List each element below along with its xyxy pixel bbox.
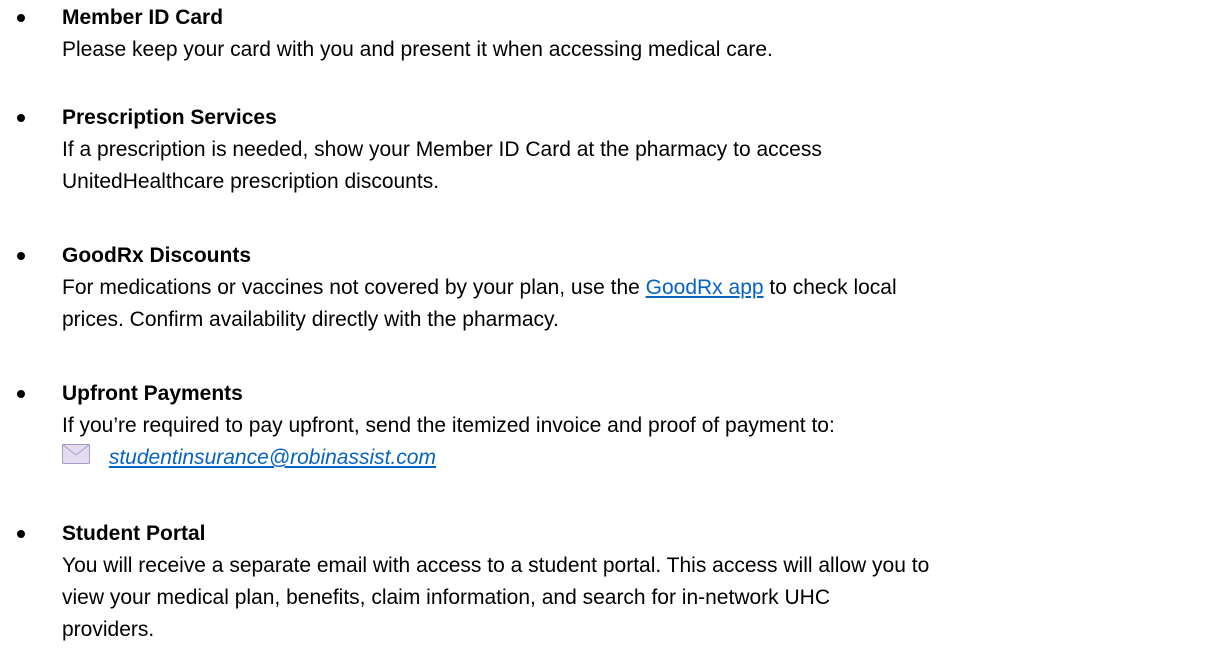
item-body: Please keep your card with you and prese…	[62, 34, 1202, 66]
body-line: Please keep your card with you and prese…	[62, 38, 773, 61]
list-item-content: Prescription Services If a prescription …	[62, 102, 1202, 198]
envelope-icon	[62, 444, 90, 464]
item-title: Student Portal	[62, 522, 206, 545]
bullet-icon	[17, 114, 25, 122]
body-line: prices. Confirm availability directly wi…	[62, 308, 559, 331]
body-text: For medications or vaccines not covered …	[62, 276, 646, 299]
list-item-content: Upfront Payments If you’re required to p…	[62, 378, 1202, 474]
body-line: providers.	[62, 618, 155, 641]
item-body: If you’re required to pay upfront, send …	[62, 410, 1202, 474]
body-text: to check local	[763, 276, 897, 299]
bullet-icon	[17, 530, 25, 538]
body-line: If a prescription is needed, show your M…	[62, 138, 822, 161]
item-body: You will receive a separate email with a…	[62, 550, 1202, 646]
email-line: studentinsurance@robinassist.com	[62, 442, 1202, 474]
list-item-content: Student Portal You will receive a separa…	[62, 518, 1202, 646]
email-link[interactable]: studentinsurance@robinassist.com	[109, 446, 436, 469]
bullet-icon	[17, 252, 25, 260]
body-line: view your medical plan, benefits, claim …	[62, 586, 830, 609]
item-title: Member ID Card	[62, 6, 224, 29]
body-line: For medications or vaccines not covered …	[62, 272, 1202, 304]
list-item-content: GoodRx Discounts For medications or vacc…	[62, 240, 1202, 336]
item-title: Prescription Services	[62, 106, 277, 129]
body-line: You will receive a separate email with a…	[62, 554, 930, 577]
bullet-icon	[17, 14, 25, 22]
goodrx-app-link[interactable]: GoodRx app	[646, 276, 764, 299]
bullet-icon	[17, 390, 25, 398]
item-title: GoodRx Discounts	[62, 244, 252, 267]
body-line: UnitedHealthcare prescription discounts.	[62, 170, 440, 193]
item-title: Upfront Payments	[62, 382, 243, 405]
body-line: If you’re required to pay upfront, send …	[62, 414, 835, 437]
item-body: If a prescription is needed, show your M…	[62, 134, 1202, 198]
item-body: For medications or vaccines not covered …	[62, 272, 1202, 336]
list-item-content: Member ID Card Please keep your card wit…	[62, 2, 1202, 66]
document-page: Member ID Card Please keep your card wit…	[0, 0, 1208, 662]
